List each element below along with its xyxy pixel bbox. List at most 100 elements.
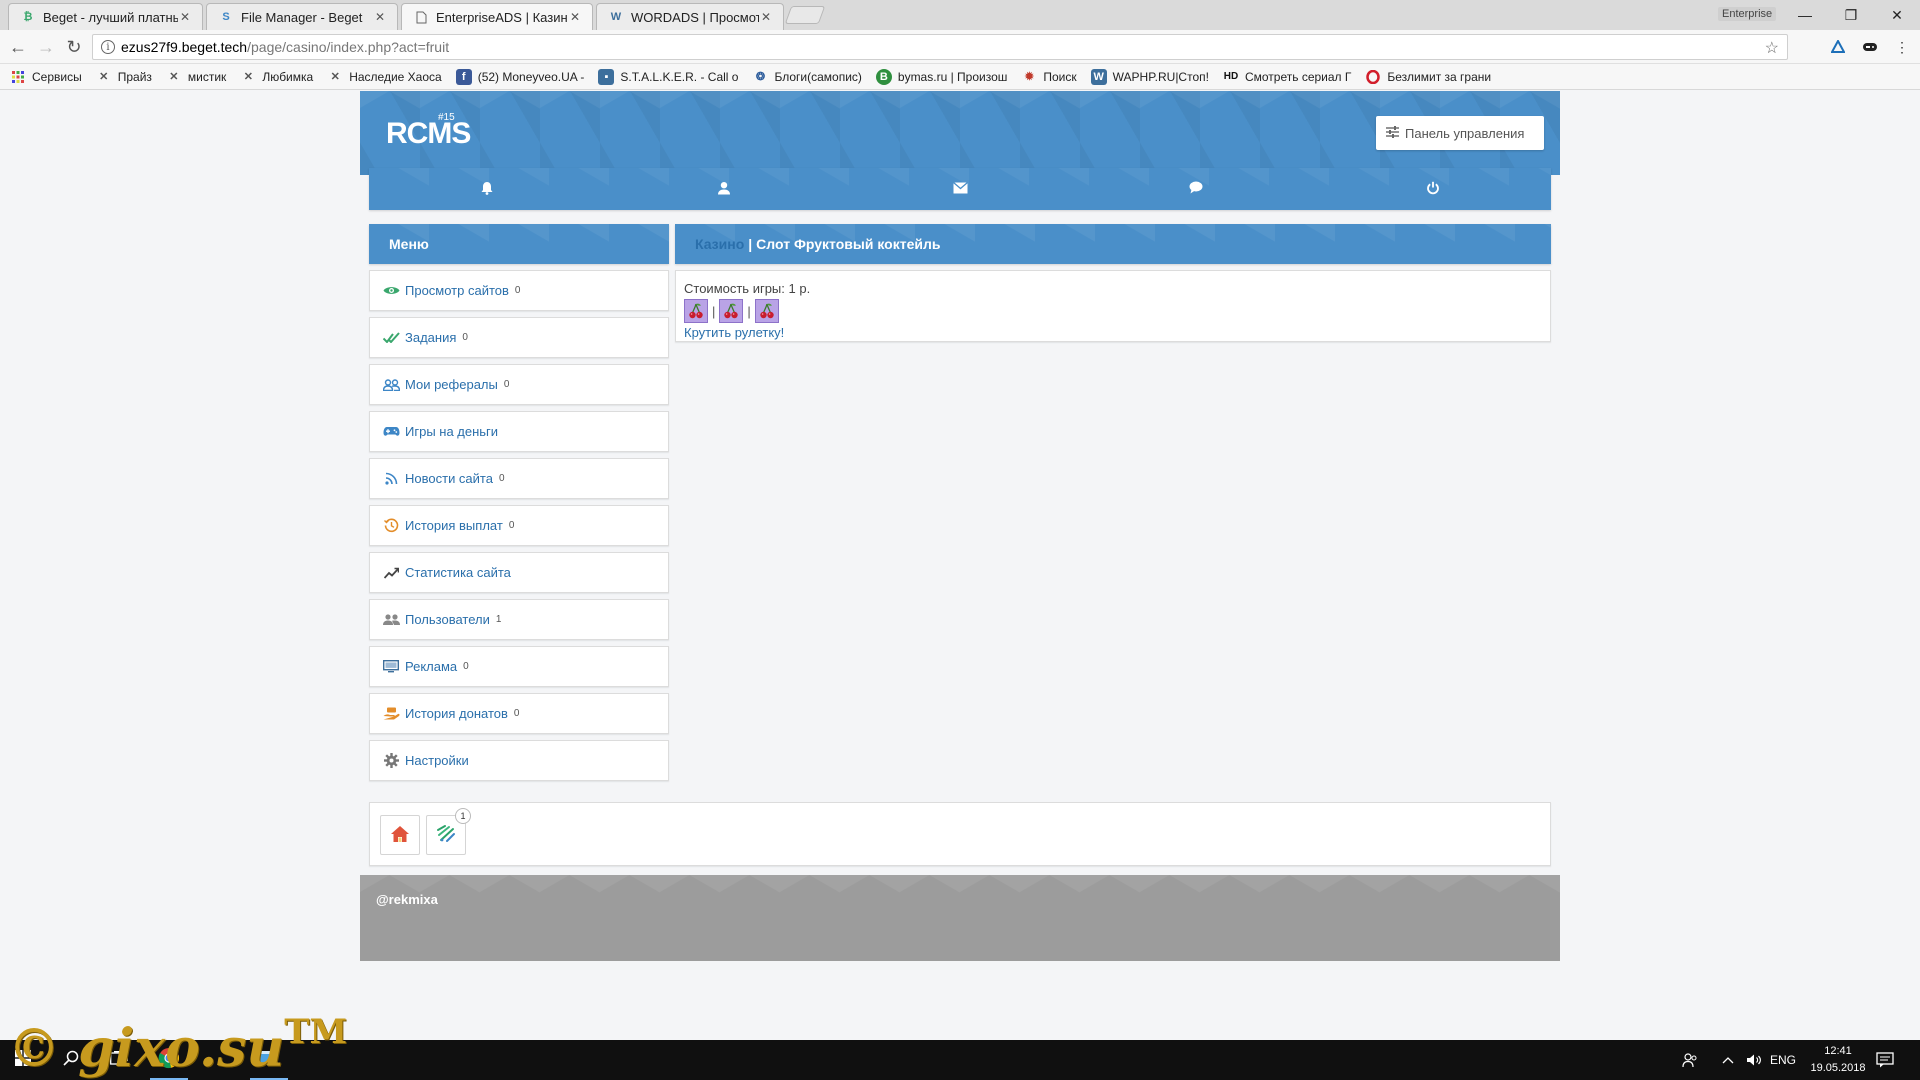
sidebar-item-tasks[interactable]: Задания 0 [369,317,669,358]
reload-icon[interactable]: ↻ [62,35,86,59]
chart-icon [382,565,400,581]
close-icon[interactable]: ✕ [373,10,387,24]
opera-icon [1365,69,1381,85]
bookmark-item[interactable]: ✕ мистик [166,69,226,85]
chevron-up-icon[interactable] [1722,1040,1734,1080]
spin-roulette-link[interactable]: Крутить рулетку! [684,325,784,340]
online-users-button[interactable]: 1 [426,808,471,855]
extension-icon[interactable] [1829,38,1847,56]
url-text[interactable]: ezus27f9.beget.tech/page/casino/index.ph… [121,39,449,55]
chat-button[interactable] [1078,168,1314,210]
sidebar-item-label: Игры на деньги [405,424,499,439]
address-bar[interactable]: i ezus27f9.beget.tech/page/casino/index.… [92,34,1788,60]
bookmark-label: Безлимит за грани [1387,69,1492,84]
bookmark-label: Смотреть сериал Г [1244,69,1352,84]
bell-icon [480,181,494,198]
bookmark-item[interactable]: Безлимит за грани [1365,69,1491,85]
bookmark-label: Прайз [117,69,152,84]
browser-tab-active[interactable]: EnterpriseADS | Казино ✕ [401,3,593,30]
bookmark-item[interactable]: f (52) Moneyveo.UA - [455,68,585,85]
people-tray-icon[interactable] [1682,1040,1698,1080]
info-icon[interactable]: i [101,40,115,54]
back-icon[interactable]: ← [6,35,30,59]
sidebar-item-count: 0 [508,520,515,531]
bookmark-item[interactable]: ✕ Прайз [96,69,152,85]
bookmark-item[interactable]: ▪ S.T.A.L.K.E.R. - Call o [598,68,738,85]
site-logo[interactable]: RCMS #15 [386,112,471,151]
browser-tab[interactable]: W WORDADS | Просмотр т ✕ [596,3,784,30]
browser-tab[interactable]: S File Manager - Beget ✕ [206,3,398,30]
bookmark-item[interactable]: Bbymas.ru | Произош [875,68,1007,85]
breadcrumb-separator: | [748,236,753,252]
sliders-icon [1386,125,1399,141]
messages-button[interactable] [842,168,1078,210]
system-clock[interactable]: 12:41 19.05.2018 [1806,1043,1870,1077]
eye-icon [382,283,400,299]
people-icon [382,612,400,628]
bookmark-item[interactable]: ✹ Поиск [1021,69,1077,85]
control-panel-button[interactable]: Панель управления [1376,116,1544,150]
user-icon [717,181,731,198]
bookmark-item[interactable]: ✕ Наследие Хаоса [327,69,442,85]
breadcrumb-casino-link[interactable]: Казино [695,236,744,252]
notifications-button[interactable] [369,168,605,210]
sidebar-item-referrals[interactable]: Мои рефералы 0 [369,364,669,405]
page-title: Слот Фруктовый коктейль [756,236,941,252]
close-icon[interactable]: ✕ [178,10,192,24]
close-icon[interactable]: ✕ [759,10,773,24]
home-button[interactable] [380,815,420,855]
close-icon[interactable]: ✕ [568,10,582,24]
close-window-icon[interactable]: ✕ [1874,0,1920,30]
site-footer: @rekmixa [360,875,1560,961]
sidebar-item-label: Реклама [405,659,458,674]
stalker-icon: ✕ [330,71,340,83]
logo-version: #15 [438,112,455,123]
minimize-icon[interactable]: — [1782,0,1828,30]
sidebar-item-settings[interactable]: Настройки [369,740,669,781]
browser-tab[interactable]: ₿ Beget - лучший платный ✕ [8,3,203,30]
sidebar-item-users[interactable]: Пользователи 1 [369,599,669,640]
site-container: RCMS #15 Панель управления Меню Просмотр… [360,91,1560,961]
bookmark-star-icon[interactable]: ☆ [1765,38,1779,58]
menu-header: Меню [369,224,669,264]
cherry-icon [754,299,779,323]
gamepad-extension-icon[interactable] [1861,38,1879,56]
sidebar-item-news[interactable]: Новости сайта 0 [369,458,669,499]
hd-icon: HD [1223,71,1239,82]
sidebar-item-count: 0 [514,285,521,296]
bookmark-item[interactable]: ❂ Блоги(самопис) [752,69,862,85]
language-indicator[interactable]: ENG [1770,1040,1796,1080]
bookmark-item[interactable]: HD Смотреть сериал Г [1223,69,1352,85]
bookmark-label: (52) Moneyveo.UA - [477,69,585,84]
sidebar-item-label: Пользователи [405,612,490,627]
sidebar-item-ads[interactable]: Реклама 0 [369,646,669,687]
chat-icon: ▪ [598,68,615,85]
forward-icon[interactable]: → [34,35,58,59]
site-header: RCMS #15 Панель управления [360,91,1560,175]
sidebar-item-label: История донатов [405,706,508,721]
notifications-tray-icon[interactable] [1876,1040,1894,1080]
tab-title: WORDADS | Просмотр т [631,9,759,25]
sidebar-item-donate-history[interactable]: История донатов 0 [369,693,669,734]
sidebar-item-site-views[interactable]: Просмотр сайтов 0 [369,270,669,311]
logout-button[interactable] [1315,168,1551,210]
bookmark-item[interactable]: Сервисы [10,69,82,85]
restore-icon[interactable]: ❐ [1828,0,1874,30]
bookmark-item[interactable]: ✕ Любимка [240,69,314,85]
bookmark-item[interactable]: W WAPHP.RU|Стоп! [1090,68,1209,85]
browser-tab-strip: ₿ Beget - лучший платный ✕ S File Manage… [0,0,1920,30]
sidebar-item-statistics[interactable]: Статистика сайта [369,552,669,593]
volume-icon[interactable] [1746,1040,1762,1080]
url-path: /page/casino/index.php?act=fruit [247,39,450,55]
profile-button[interactable] [605,168,841,210]
menu-icon[interactable]: ⋮ [1893,38,1911,56]
apps-icon [10,69,26,85]
sidebar-item-label: История выплат [405,518,503,533]
sidebar-item-payout-history[interactable]: История выплат 0 [369,505,669,546]
sidebar-item-money-games[interactable]: Игры на деньги [369,411,669,452]
new-tab-button[interactable] [784,6,826,24]
gear-icon [382,753,400,769]
facebook-icon: f [455,68,472,85]
profile-label[interactable]: Enterprise [1718,7,1777,21]
logo-text: RCMS [386,117,471,150]
